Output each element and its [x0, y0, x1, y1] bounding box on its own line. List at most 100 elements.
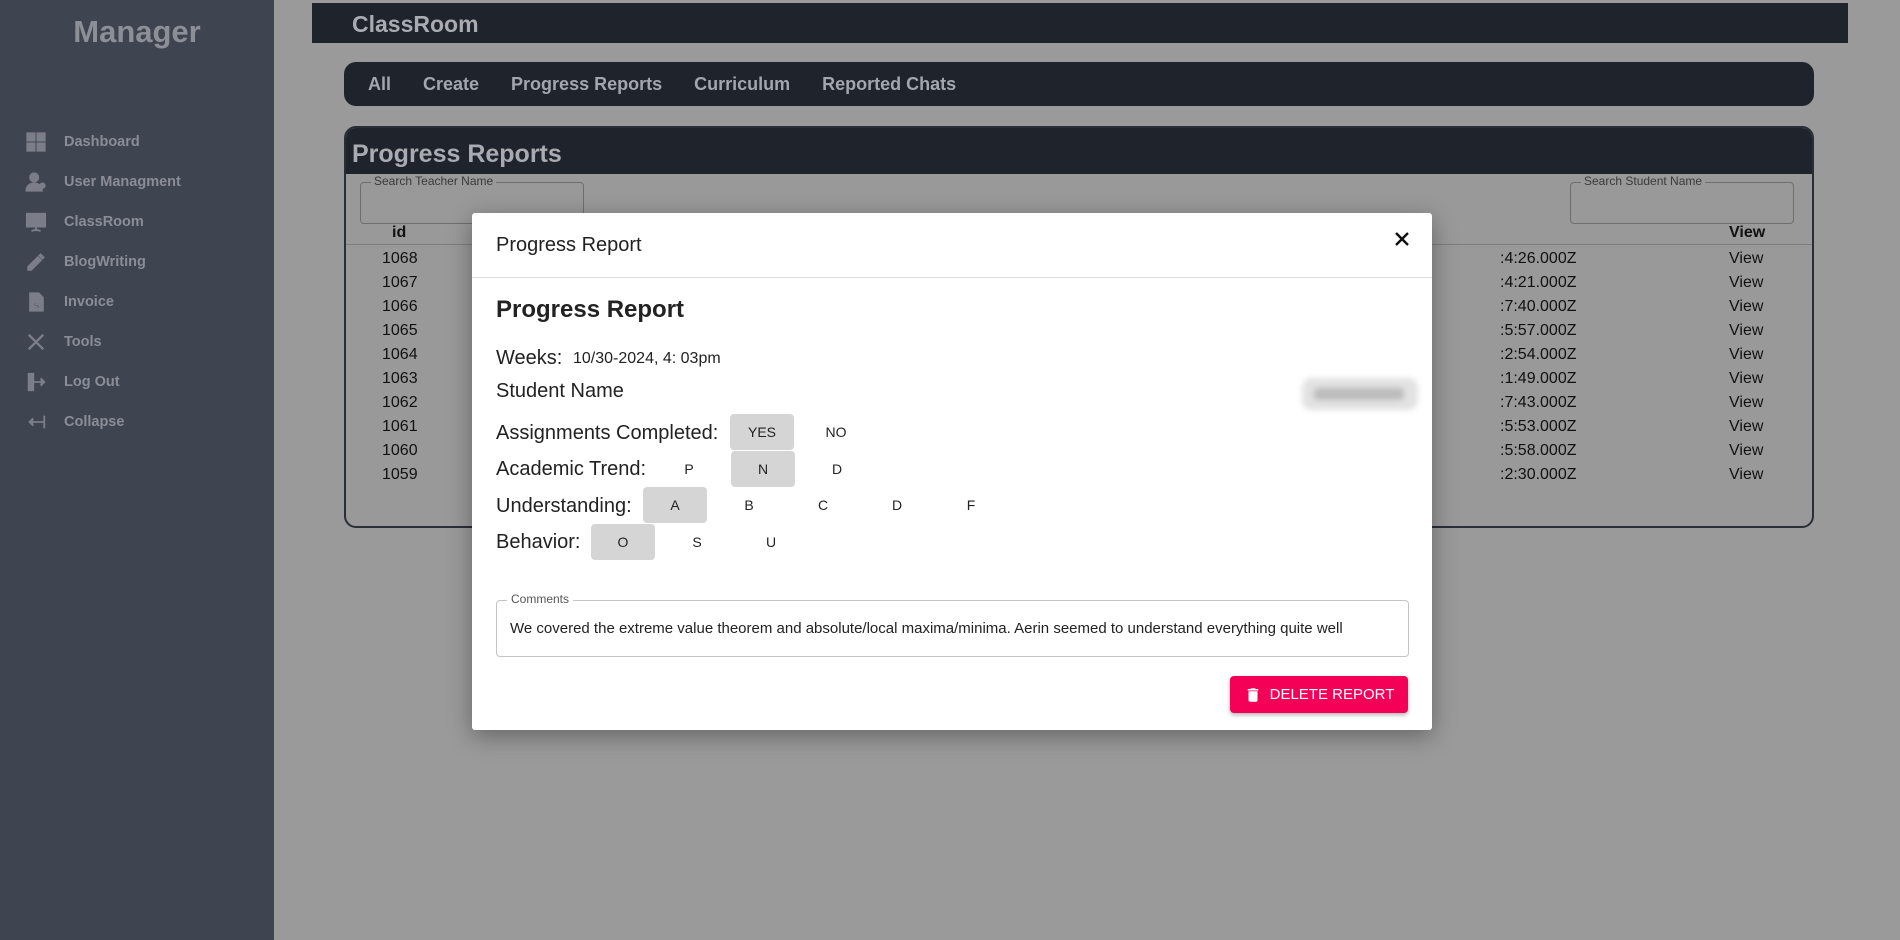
sidebar-item-log-out[interactable]: Log Out: [0, 362, 274, 402]
row-date: :7:40.000Z: [1500, 298, 1577, 315]
sidebar-item-collapse[interactable]: Collapse: [0, 402, 274, 442]
delete-report-label: DELETE REPORT: [1269, 686, 1395, 703]
report-heading: Progress Report: [496, 296, 685, 323]
sidebar-item-label: Collapse: [64, 414, 125, 430]
comments-text[interactable]: We covered the extreme value theorem and…: [510, 620, 1395, 637]
row-view-link[interactable]: View: [1729, 346, 1763, 364]
assignments-option-no[interactable]: NO: [804, 414, 868, 450]
row-date: :5:53.000Z: [1500, 418, 1577, 435]
row-date: :5:57.000Z: [1500, 322, 1577, 339]
modal-title: Progress Report: [496, 234, 642, 256]
row-view-link[interactable]: View: [1729, 274, 1763, 292]
comments-field[interactable]: Comments We covered the extreme value th…: [496, 592, 1409, 657]
understanding-option-a[interactable]: A: [643, 487, 707, 523]
tab-create[interactable]: Create: [423, 74, 479, 95]
row-date: :4:21.000Z: [1500, 274, 1577, 291]
search-student-input[interactable]: Search Student Name: [1570, 174, 1794, 224]
row-date: :7:43.000Z: [1500, 394, 1577, 411]
trend-option-p[interactable]: P: [657, 451, 721, 487]
top-bar: ClassRoom: [312, 3, 1848, 43]
row-view-link[interactable]: View: [1729, 394, 1763, 412]
search-student-label: Search Student Name: [1581, 174, 1706, 188]
modal-header: Progress Report: [472, 213, 1432, 278]
sidebar-item-dashboard[interactable]: Dashboard: [0, 122, 274, 162]
row-view-link[interactable]: View: [1729, 298, 1763, 316]
sidebar-item-label: User Managment: [64, 174, 181, 190]
sidebar: Manager Dashboard User Managment ClassRo…: [0, 0, 274, 940]
weeks-label: Weeks:: [496, 347, 563, 369]
trend-option-d[interactable]: D: [805, 451, 869, 487]
comments-label: Comments: [507, 592, 574, 606]
tools-icon: [24, 330, 48, 354]
tab-reported-chats[interactable]: Reported Chats: [822, 74, 956, 95]
row-id: 1064: [382, 346, 418, 363]
row-view-link[interactable]: View: [1729, 442, 1763, 460]
row-view-link[interactable]: View: [1729, 370, 1763, 388]
row-id: 1060: [382, 442, 418, 459]
collapse-icon: [24, 410, 48, 434]
invoice-icon: $: [24, 290, 48, 314]
row-view-link[interactable]: View: [1729, 466, 1763, 484]
pencil-icon: [24, 250, 48, 274]
search-teacher-label: Search Teacher Name: [371, 174, 497, 188]
understanding-option-d[interactable]: D: [865, 487, 929, 523]
panel-title: Progress Reports: [352, 140, 562, 168]
progress-report-modal: Progress Report Progress Report Weeks: 1…: [472, 213, 1432, 730]
understanding-option-c[interactable]: C: [791, 487, 855, 523]
tab-all[interactable]: All: [368, 74, 391, 95]
assignments-option-yes[interactable]: YES: [730, 414, 794, 450]
tab-progress-reports[interactable]: Progress Reports: [511, 74, 662, 95]
row-view-link[interactable]: View: [1729, 250, 1763, 268]
page-title: ClassRoom: [352, 11, 479, 37]
column-header-view: View: [1729, 224, 1766, 241]
row-id: 1067: [382, 274, 418, 291]
row-view-link[interactable]: View: [1729, 322, 1763, 340]
understanding-option-b[interactable]: B: [717, 487, 781, 523]
sidebar-item-label: Dashboard: [64, 134, 140, 150]
user-icon: [24, 170, 48, 194]
column-header-id: id: [392, 224, 407, 241]
sidebar-item-label: Tools: [64, 334, 102, 350]
sidebar-item-label: ClassRoom: [64, 214, 144, 230]
student-name-label: Student Name: [496, 380, 624, 402]
understanding-label: Understanding:: [496, 495, 632, 517]
trash-icon: [1247, 687, 1258, 702]
row-id: 1065: [382, 322, 418, 339]
behavior-label: Behavior:: [496, 531, 581, 553]
row-id: 1059: [382, 466, 418, 483]
understanding-option-f[interactable]: F: [939, 487, 1003, 523]
trend-option-n[interactable]: N: [731, 451, 795, 487]
assignments-label: Assignments Completed:: [496, 422, 719, 444]
student-name-redacted: [1302, 378, 1418, 410]
sidebar-item-classroom[interactable]: ClassRoom: [0, 202, 274, 242]
close-icon[interactable]: [1388, 225, 1416, 253]
row-date: :5:58.000Z: [1500, 442, 1577, 459]
row-id: 1061: [382, 418, 418, 435]
svg-text:$: $: [33, 300, 39, 311]
row-view-link[interactable]: View: [1729, 418, 1763, 436]
logout-icon: [24, 370, 48, 394]
row-date: :2:54.000Z: [1500, 346, 1577, 363]
delete-report-button[interactable]: DELETE REPORT: [1230, 676, 1408, 713]
tab-bar: All Create Progress Reports Curriculum R…: [344, 62, 1814, 106]
row-date: :4:26.000Z: [1500, 250, 1577, 267]
academic-trend-label: Academic Trend:: [496, 458, 647, 480]
tab-curriculum[interactable]: Curriculum: [694, 74, 790, 95]
row-id: 1068: [382, 250, 418, 267]
sidebar-item-user-managment[interactable]: User Managment: [0, 162, 274, 202]
sidebar-item-label: Log Out: [64, 374, 120, 390]
row-date: :1:49.000Z: [1500, 370, 1577, 387]
weeks-value: 10/30-2024, 4: 03pm: [573, 350, 721, 367]
sidebar-item-blogwriting[interactable]: BlogWriting: [0, 242, 274, 282]
dashboard-icon: [24, 130, 48, 154]
row-date: :2:30.000Z: [1500, 466, 1577, 483]
behavior-option-s[interactable]: S: [665, 524, 729, 560]
sidebar-item-label: Invoice: [64, 294, 114, 310]
sidebar-item-label: BlogWriting: [64, 254, 146, 270]
sidebar-item-invoice[interactable]: $ Invoice: [0, 282, 274, 322]
behavior-option-o[interactable]: O: [591, 524, 655, 560]
panel-header: Progress Reports: [346, 128, 1812, 174]
brand-title: Manager: [73, 14, 201, 49]
sidebar-item-tools[interactable]: Tools: [0, 322, 274, 362]
behavior-option-u[interactable]: U: [739, 524, 803, 560]
